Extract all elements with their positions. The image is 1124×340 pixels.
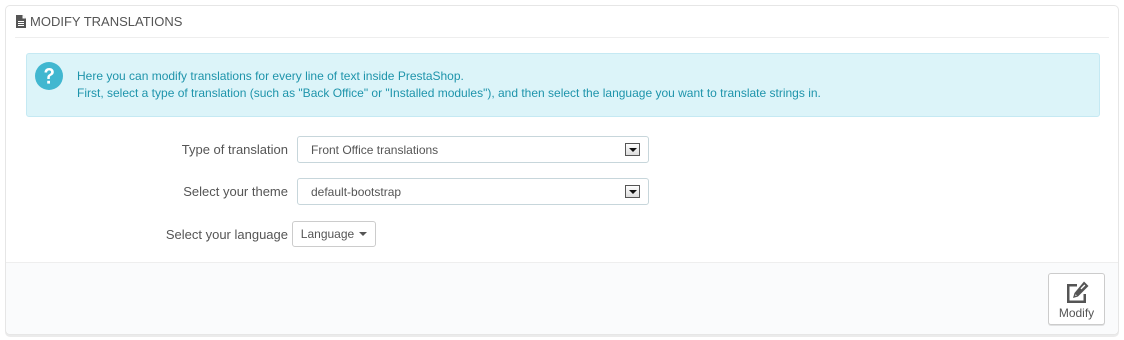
theme-value: default-bootstrap (311, 185, 402, 199)
language-row: Select your language Language (26, 221, 1026, 249)
panel-footer: Modify (6, 262, 1118, 334)
document-icon (16, 15, 26, 28)
panel-title: Modify translations (30, 14, 183, 29)
modify-button-label: Modify (1058, 306, 1095, 320)
dropdown-arrow-icon[interactable] (625, 185, 640, 198)
edit-icon (1067, 281, 1089, 303)
info-alert: Here you can modify translations for eve… (26, 53, 1100, 117)
language-button-label: Language (300, 227, 355, 241)
theme-select[interactable]: default-bootstrap (297, 178, 649, 205)
language-label: Select your language (165, 227, 288, 242)
translation-type-select[interactable]: Front Office translations (297, 136, 649, 163)
language-dropdown-button[interactable]: Language (292, 221, 376, 247)
translation-type-row: Type of translation Front Office transla… (26, 136, 1026, 164)
translation-type-value: Front Office translations (311, 143, 439, 157)
translations-panel: Modify translations Here you can modify … (5, 5, 1119, 335)
theme-row: Select your theme default-bootstrap (26, 178, 1026, 206)
modify-button[interactable]: Modify (1048, 273, 1105, 325)
question-circle-icon (35, 62, 63, 90)
dropdown-arrow-icon[interactable] (625, 143, 640, 156)
caret-down-icon (359, 232, 368, 236)
info-line-1: Here you can modify translations for eve… (77, 69, 464, 83)
panel-heading: Modify translations (15, 6, 1109, 38)
info-line-2: First, select a type of translation (suc… (77, 86, 821, 100)
theme-label: Select your theme (183, 184, 288, 199)
translation-type-label: Type of translation (181, 142, 288, 157)
